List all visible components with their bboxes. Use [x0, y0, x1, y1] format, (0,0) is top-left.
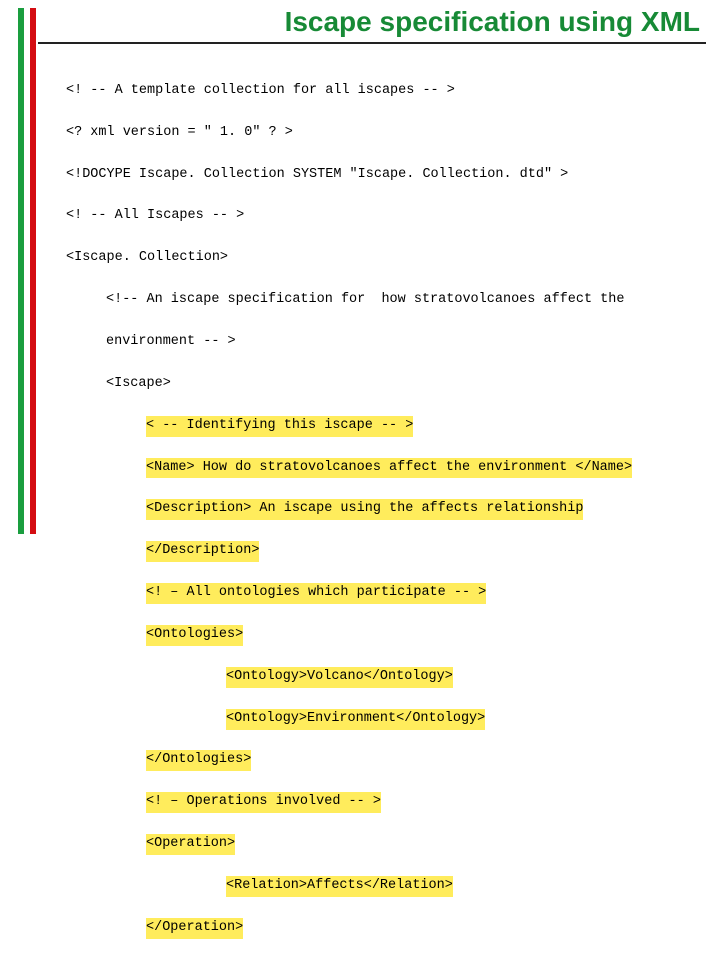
code-line: <! -- A template collection for all isca…	[66, 81, 706, 102]
code-line-highlight: <Ontologies>	[146, 625, 243, 646]
stripe-red	[30, 8, 36, 534]
code-line: <!-- An iscape specification for how str…	[66, 290, 706, 311]
code-line-highlight: <Name> How do stratovolcanoes affect the…	[146, 458, 632, 479]
code-line-highlight: <Relation>Affects</Relation>	[226, 876, 453, 897]
code-line-highlight: <! – All ontologies which participate --…	[146, 583, 486, 604]
xml-code-block: <! -- A template collection for all isca…	[66, 60, 706, 960]
code-line-highlight: <! – Operations involved -- >	[146, 792, 381, 813]
code-line: <! -- All Iscapes -- >	[66, 206, 706, 227]
code-line: <!DOCYPE Iscape. Collection SYSTEM "Isca…	[66, 165, 706, 186]
code-line: environment -- >	[66, 332, 706, 353]
code-line-highlight: </Description>	[146, 541, 259, 562]
code-line: <Iscape. Collection>	[66, 248, 706, 269]
slide-title: Iscape specification using XML	[285, 6, 700, 38]
title-underline	[38, 42, 706, 44]
code-line-highlight: </Ontologies>	[146, 750, 251, 771]
code-line: <? xml version = " 1. 0" ? >	[66, 123, 706, 144]
code-line-highlight: < -- Identifying this iscape -- >	[146, 416, 413, 437]
code-line-highlight: <Ontology>Volcano</Ontology>	[226, 667, 453, 688]
code-line-highlight: </Operation>	[146, 918, 243, 939]
code-line-highlight: <Operation>	[146, 834, 235, 855]
code-line-highlight: <Description> An iscape using the affect…	[146, 499, 583, 520]
code-line-highlight: <Ontology>Environment</Ontology>	[226, 709, 485, 730]
code-line: <Iscape>	[66, 374, 706, 395]
left-flag-stripes	[18, 8, 36, 534]
